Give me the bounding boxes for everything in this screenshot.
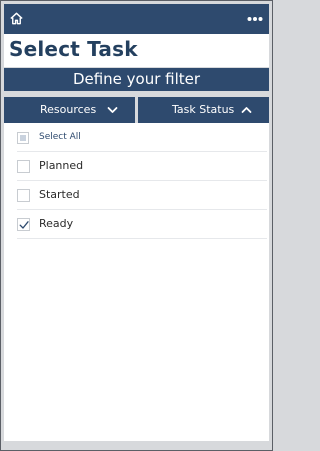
tab-resources[interactable]: Resources	[4, 97, 135, 123]
tab-task-status-label: Task Status	[172, 103, 235, 116]
more-horizontal-icon[interactable]	[247, 16, 263, 22]
select-all-checkbox[interactable]	[17, 132, 29, 144]
page-title: Select Task	[9, 37, 138, 61]
home-icon[interactable]	[9, 11, 24, 26]
planned-label: Planned	[39, 159, 84, 172]
ready-label: Ready	[39, 217, 74, 230]
ready-checkbox[interactable]	[17, 218, 30, 231]
filter-tabs: Resources Task Status	[4, 97, 269, 123]
chevron-down-icon	[107, 107, 118, 113]
top-bar	[4, 4, 269, 34]
status-option-ready[interactable]: Ready	[17, 210, 267, 239]
app-window: Select Task Define your filter Resources…	[0, 0, 273, 451]
task-status-panel: Select All Planned Started Ready	[4, 123, 269, 441]
status-option-started[interactable]: Started	[17, 181, 267, 210]
title-area: Select Task	[4, 34, 269, 67]
select-all-label: Select All	[39, 132, 81, 142]
started-checkbox[interactable]	[17, 189, 30, 202]
started-label: Started	[39, 188, 80, 201]
status-option-planned[interactable]: Planned	[17, 152, 267, 181]
tab-task-status[interactable]: Task Status	[138, 97, 269, 123]
chevron-up-icon	[241, 107, 252, 113]
indeterminate-mark	[20, 135, 26, 141]
select-all-row[interactable]: Select All	[17, 125, 267, 152]
planned-checkbox[interactable]	[17, 160, 30, 173]
filter-banner: Define your filter	[4, 68, 269, 91]
tab-resources-label: Resources	[40, 103, 97, 116]
checkmark-icon	[19, 221, 29, 229]
bottom-strip	[4, 441, 269, 447]
